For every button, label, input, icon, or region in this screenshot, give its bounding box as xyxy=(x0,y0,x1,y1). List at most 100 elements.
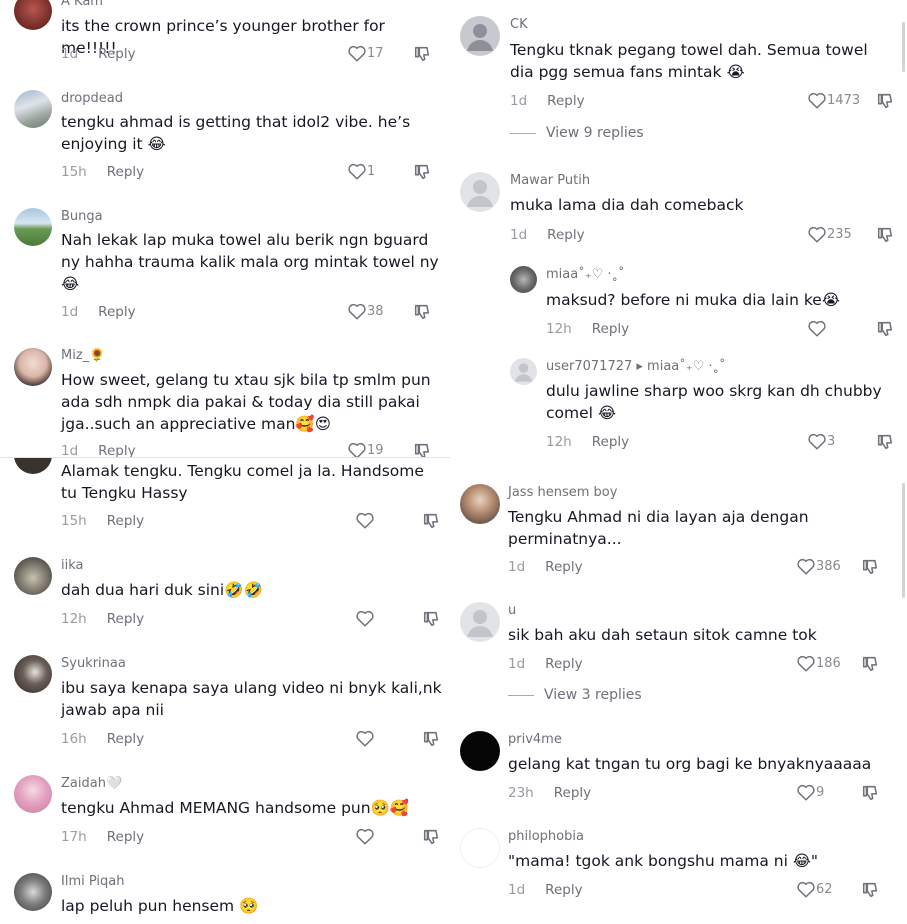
avatar[interactable] xyxy=(460,731,500,771)
reply-button[interactable]: Reply xyxy=(545,559,582,575)
heart-icon[interactable] xyxy=(355,729,375,747)
view-replies-button[interactable]: View 3 replies xyxy=(508,687,642,703)
like-button[interactable]: 9 xyxy=(796,783,824,801)
comment-text: Nah lekak lap muka towel alu berik ngn b… xyxy=(61,231,439,293)
comment-username[interactable]: philophobia xyxy=(508,829,584,844)
dislike-icon[interactable] xyxy=(422,828,440,846)
like-button[interactable]: 38 xyxy=(347,302,384,320)
comment-username[interactable]: dropdead xyxy=(61,91,123,106)
comment-username[interactable]: miaa˚₊♡ ·˳˚ xyxy=(546,267,625,282)
view-replies-label: View 9 replies xyxy=(546,125,644,141)
comment-time: 16h xyxy=(61,731,87,747)
reply-button[interactable]: Reply xyxy=(107,513,144,529)
reply-button[interactable]: Reply xyxy=(98,304,135,320)
comment-username[interactable]: iika xyxy=(61,558,84,573)
comment-username[interactable]: u xyxy=(508,603,516,618)
scrollbar-upper[interactable] xyxy=(902,22,905,72)
avatar[interactable] xyxy=(14,90,52,128)
dislike-icon[interactable] xyxy=(861,558,879,576)
dislike-icon[interactable] xyxy=(861,784,879,802)
comment-username[interactable]: user7071727 ▸ miaa˚₊♡ ·˳˚ xyxy=(546,359,726,374)
avatar[interactable] xyxy=(14,0,52,30)
heart-icon[interactable] xyxy=(355,609,375,627)
comment-username[interactable]: Ilmi Piqah xyxy=(61,874,124,889)
comment-username[interactable]: Zaidah🤍 xyxy=(61,776,122,791)
reply-button[interactable]: Reply xyxy=(592,321,629,337)
comment-username[interactable]: priv4me xyxy=(508,732,562,747)
dislike-icon[interactable] xyxy=(413,163,431,181)
view-replies-button[interactable]: View 9 replies xyxy=(510,125,644,141)
avatar[interactable] xyxy=(14,655,52,693)
heart-icon[interactable] xyxy=(355,827,375,845)
reply-button[interactable]: Reply xyxy=(107,731,144,747)
avatar[interactable] xyxy=(460,602,500,642)
reply-button[interactable]: Reply xyxy=(545,656,582,672)
avatar[interactable] xyxy=(14,775,52,813)
dislike-icon[interactable] xyxy=(861,655,879,673)
heart-icon[interactable] xyxy=(807,319,827,337)
comment-username[interactable]: Mawar Putih xyxy=(510,173,590,188)
like-count: 235 xyxy=(827,226,852,242)
comment-username[interactable]: A Kam xyxy=(61,0,103,9)
comment-meta: 1d Reply xyxy=(61,304,136,320)
comment-username[interactable]: Jass hensem boy xyxy=(508,485,617,500)
like-button[interactable]: 386 xyxy=(796,557,841,575)
reply-button[interactable]: Reply xyxy=(592,434,629,450)
heart-icon xyxy=(797,784,815,801)
like-button[interactable]: 62 xyxy=(796,880,833,898)
like-button[interactable]: 1 xyxy=(347,162,375,180)
heart-icon[interactable] xyxy=(355,511,375,529)
dislike-icon[interactable] xyxy=(422,610,440,628)
reply-button[interactable]: Reply xyxy=(547,93,584,109)
comment-item: Miz_🌻 How sweet, gelang tu xtau sjk bila… xyxy=(0,346,450,459)
reply-button[interactable]: Reply xyxy=(545,882,582,898)
reply-button[interactable]: Reply xyxy=(107,611,144,627)
comment-username[interactable]: Miz_🌻 xyxy=(61,348,105,363)
dislike-icon[interactable] xyxy=(413,45,431,63)
reply-button[interactable]: Reply xyxy=(554,785,591,801)
heart-icon xyxy=(797,881,815,898)
comment-text: tengku ahmad is getting that idol2 vibe.… xyxy=(61,113,411,153)
like-button[interactable]: 17 xyxy=(347,44,384,62)
comment-meta: 12h Reply xyxy=(546,321,629,337)
reply-button[interactable]: Reply xyxy=(98,46,135,62)
dislike-icon[interactable] xyxy=(876,433,894,451)
avatar[interactable] xyxy=(14,557,52,595)
dislike-icon[interactable] xyxy=(861,881,879,899)
avatar[interactable] xyxy=(460,828,500,868)
reply-button[interactable]: Reply xyxy=(107,829,144,845)
comment-item: Jass hensem boy Tengku Ahmad ni dia laya… xyxy=(452,482,907,582)
avatar[interactable] xyxy=(14,348,52,386)
comment-username[interactable]: Syukrinaa xyxy=(61,656,126,671)
avatar[interactable] xyxy=(510,266,537,293)
comment-username[interactable]: CK xyxy=(510,17,528,32)
dislike-icon[interactable] xyxy=(876,92,894,110)
comment-text: sik bah aku dah setaun sitok camne tok xyxy=(508,626,817,644)
dislike-icon[interactable] xyxy=(422,730,440,748)
comment-item: philophobia "mama! tgok ank bongshu mama… xyxy=(452,826,907,924)
comment-meta: 12h Reply xyxy=(546,434,629,450)
avatar[interactable] xyxy=(460,172,500,212)
avatar[interactable] xyxy=(460,16,500,56)
comment-item: dropdead tengku ahmad is getting that id… xyxy=(0,88,450,188)
reply-button[interactable]: Reply xyxy=(107,164,144,180)
comment-time: 17h xyxy=(61,829,87,845)
avatar[interactable] xyxy=(460,484,500,524)
avatar[interactable] xyxy=(14,208,52,246)
like-button[interactable]: 3 xyxy=(807,432,835,450)
dislike-icon[interactable] xyxy=(413,303,431,321)
avatar[interactable] xyxy=(510,358,537,385)
dislike-icon[interactable] xyxy=(876,320,894,338)
comment-text: dulu jawline sharp woo skrg kan dh chubb… xyxy=(546,382,882,422)
reply-button[interactable]: Reply xyxy=(547,227,584,243)
avatar[interactable] xyxy=(14,458,52,474)
comment-username[interactable]: Bunga xyxy=(61,209,103,224)
heart-icon xyxy=(808,226,826,243)
like-button[interactable]: 235 xyxy=(807,225,852,243)
avatar[interactable] xyxy=(14,873,52,911)
dislike-icon[interactable] xyxy=(422,512,440,530)
like-button[interactable]: 1473 xyxy=(807,91,860,109)
scrollbar-lower[interactable] xyxy=(902,483,905,598)
dislike-icon[interactable] xyxy=(876,226,894,244)
like-button[interactable]: 186 xyxy=(796,654,841,672)
